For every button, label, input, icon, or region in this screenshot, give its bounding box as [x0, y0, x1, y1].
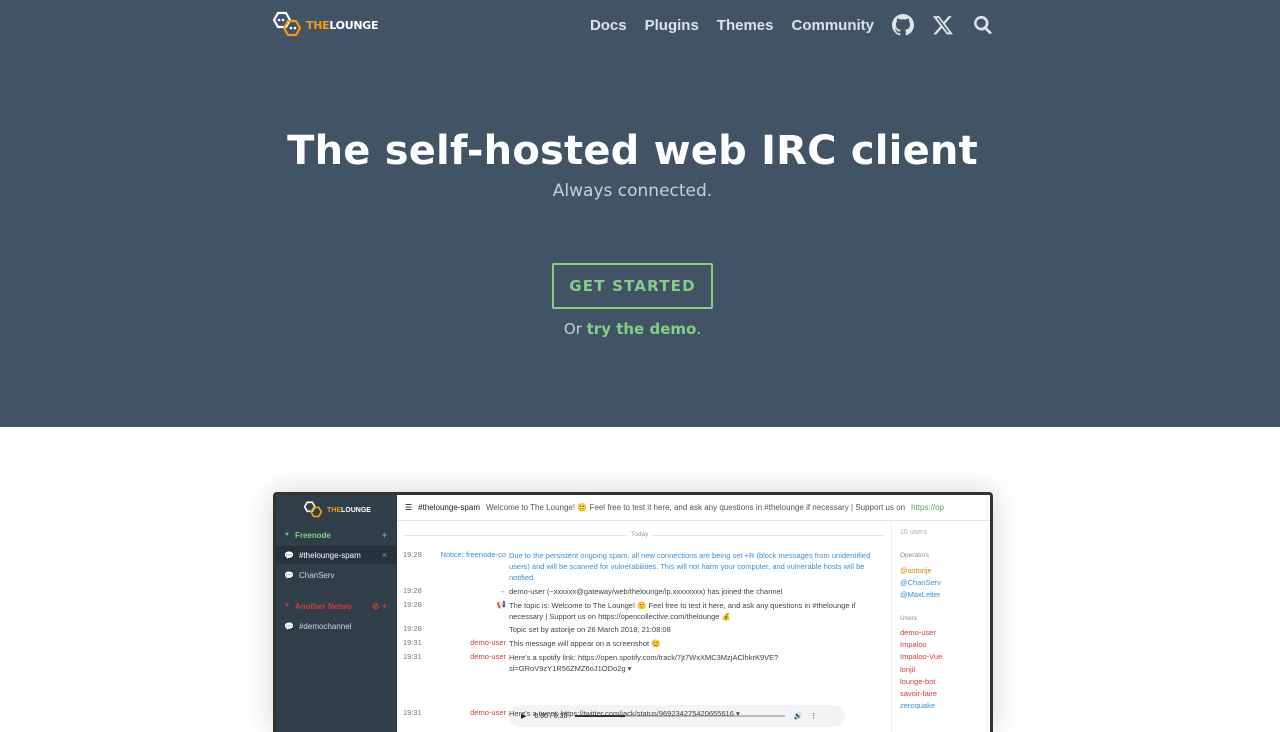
user-item[interactable]: Impaloo [900, 640, 927, 649]
lounge-logo-icon [303, 501, 323, 518]
nav-plugins[interactable]: Plugins [645, 17, 699, 34]
message-sender[interactable]: demo-user [470, 652, 506, 661]
top-nav: THELOUNGE Docs Plugins Themes Community [270, 8, 1000, 42]
user-item[interactable]: demo-user [900, 628, 936, 637]
message-text: This message will appear on a screenshot… [509, 639, 661, 648]
user-item[interactable]: zeroquake [900, 701, 935, 710]
disconnected-icon: ⊘ + [371, 600, 387, 611]
screenshot-logo-suffix: LOUNGE [341, 506, 371, 514]
message-text: Topic set by astorije on 26 March 2018, … [509, 625, 671, 634]
channel-topbar: ☰ #thelounge-spam Welcome to The Lounge!… [397, 495, 990, 521]
channel-demochannel[interactable]: 💬 #demochannel [276, 617, 397, 635]
try-demo-link[interactable]: try the demo [587, 320, 697, 338]
chat-bubbles-icon: 💬 [284, 550, 294, 560]
message-sender[interactable]: Notice: freenode-co [441, 550, 506, 559]
message-time: 19:28 [403, 550, 422, 559]
message-text: Here's a spotify link: https://open.spot… [509, 653, 779, 673]
message-time: 19:31 [403, 652, 422, 661]
message-text: The topic is: Welcome to The Lounge! 🙂 F… [509, 601, 856, 621]
hero-subtitle: Always connected. [552, 181, 713, 201]
github-icon[interactable] [892, 14, 914, 36]
users-label: Users [900, 615, 917, 622]
close-icon[interactable]: × [382, 550, 387, 560]
message-sender[interactable]: demo-user [470, 708, 506, 717]
network-name: Another Netwo [294, 601, 352, 611]
message-text: demo-user (~xxxxxx@gateway/web/thelounge… [509, 587, 783, 596]
app-screenshot: THELOUNGE ▼ Freenode + 💬 #thelounge-spam × 💬… [273, 492, 993, 732]
nav-docs[interactable]: Docs [590, 17, 627, 34]
message-time: 19:28 [403, 586, 422, 595]
channel-name: ChanServ [298, 570, 335, 580]
message-time: 19:28 [403, 624, 422, 633]
user-item[interactable]: lounge-bot [900, 677, 935, 686]
nav-community[interactable]: Community [792, 17, 875, 34]
user-item[interactable]: @ChanServ [900, 578, 941, 587]
channel-title: #thelounge-spam [418, 503, 480, 512]
hero-title: The self-hosted web IRC client [287, 128, 978, 174]
network-name: Freenode [294, 530, 331, 540]
channel-thelounge-spam[interactable]: 💬 #thelounge-spam × [276, 546, 397, 564]
hero-section: THELOUNGE Docs Plugins Themes Community … [0, 0, 1280, 427]
demo-prefix: Or [563, 320, 587, 338]
user-item[interactable]: Impaloo-Vue [900, 652, 942, 661]
message-sender[interactable]: demo-user [470, 638, 506, 647]
screenshot-logo: THELOUNGE [301, 501, 371, 519]
message-list: Today 19:28 Notice: freenode-co Due to t… [397, 522, 891, 732]
screenshot-logo-prefix: THE [327, 506, 341, 514]
add-icon[interactable]: + [382, 530, 387, 540]
nav-links: Docs Plugins Themes Community [590, 8, 994, 42]
user-item[interactable]: @MaxLeiter [900, 590, 941, 599]
join-icon: → [498, 586, 507, 595]
chat-bubbles-icon: 💬 [284, 621, 294, 631]
get-started-button[interactable]: GET STARTED [552, 263, 713, 309]
message-time: 19:31 [403, 638, 422, 647]
channel-topic: Welcome to The Lounge! 🙂 Feel free to te… [486, 503, 906, 512]
user-search[interactable]: 10 users [900, 529, 927, 536]
logo-prefix: THE [306, 18, 330, 32]
menu-icon[interactable]: ☰ [405, 503, 412, 512]
chat-bubble-icon: 💬 [284, 570, 294, 580]
day-divider-label: Today [627, 531, 653, 538]
channel-chanserv[interactable]: 💬 ChanServ [276, 566, 397, 584]
network-freenode[interactable]: ▼ Freenode + [276, 527, 397, 543]
screenshot-main: ☰ #thelounge-spam Welcome to The Lounge!… [397, 495, 990, 732]
logo-suffix: LOUNGE [329, 18, 379, 32]
message-text: Due to the persistent ongoing spam, all … [509, 551, 871, 582]
megaphone-icon: 📢 [496, 600, 506, 609]
user-item[interactable]: @astorije [900, 566, 932, 575]
demo-suffix: . [696, 320, 702, 338]
network-another[interactable]: ▼ Another Netwo ⊘ + [276, 598, 397, 614]
message-text: Here's a tweet: https://twitter.com/jack… [509, 709, 740, 718]
channel-name: #demochannel [298, 621, 352, 631]
topic-link[interactable]: https://op [911, 503, 944, 512]
demo-line: Or try the demo. [0, 320, 1265, 338]
x-icon[interactable] [932, 14, 954, 36]
nav-themes[interactable]: Themes [717, 17, 774, 34]
user-list: 10 users Operators @astorije @ChanServ @… [891, 522, 990, 732]
channel-name: #thelounge-spam [298, 550, 361, 560]
site-logo[interactable]: THELOUNGE [270, 8, 378, 42]
screenshot-sidebar: THELOUNGE ▼ Freenode + 💬 #thelounge-spam × 💬… [276, 495, 397, 732]
user-item[interactable]: savoir-faire [900, 689, 937, 698]
lounge-logo-icon [272, 11, 302, 37]
user-item[interactable]: lonjil [900, 665, 915, 674]
search-icon[interactable] [972, 14, 994, 36]
message-time: 19:31 [403, 708, 422, 717]
message-time: 19:28 [403, 600, 422, 609]
operators-label: Operators [900, 552, 929, 559]
